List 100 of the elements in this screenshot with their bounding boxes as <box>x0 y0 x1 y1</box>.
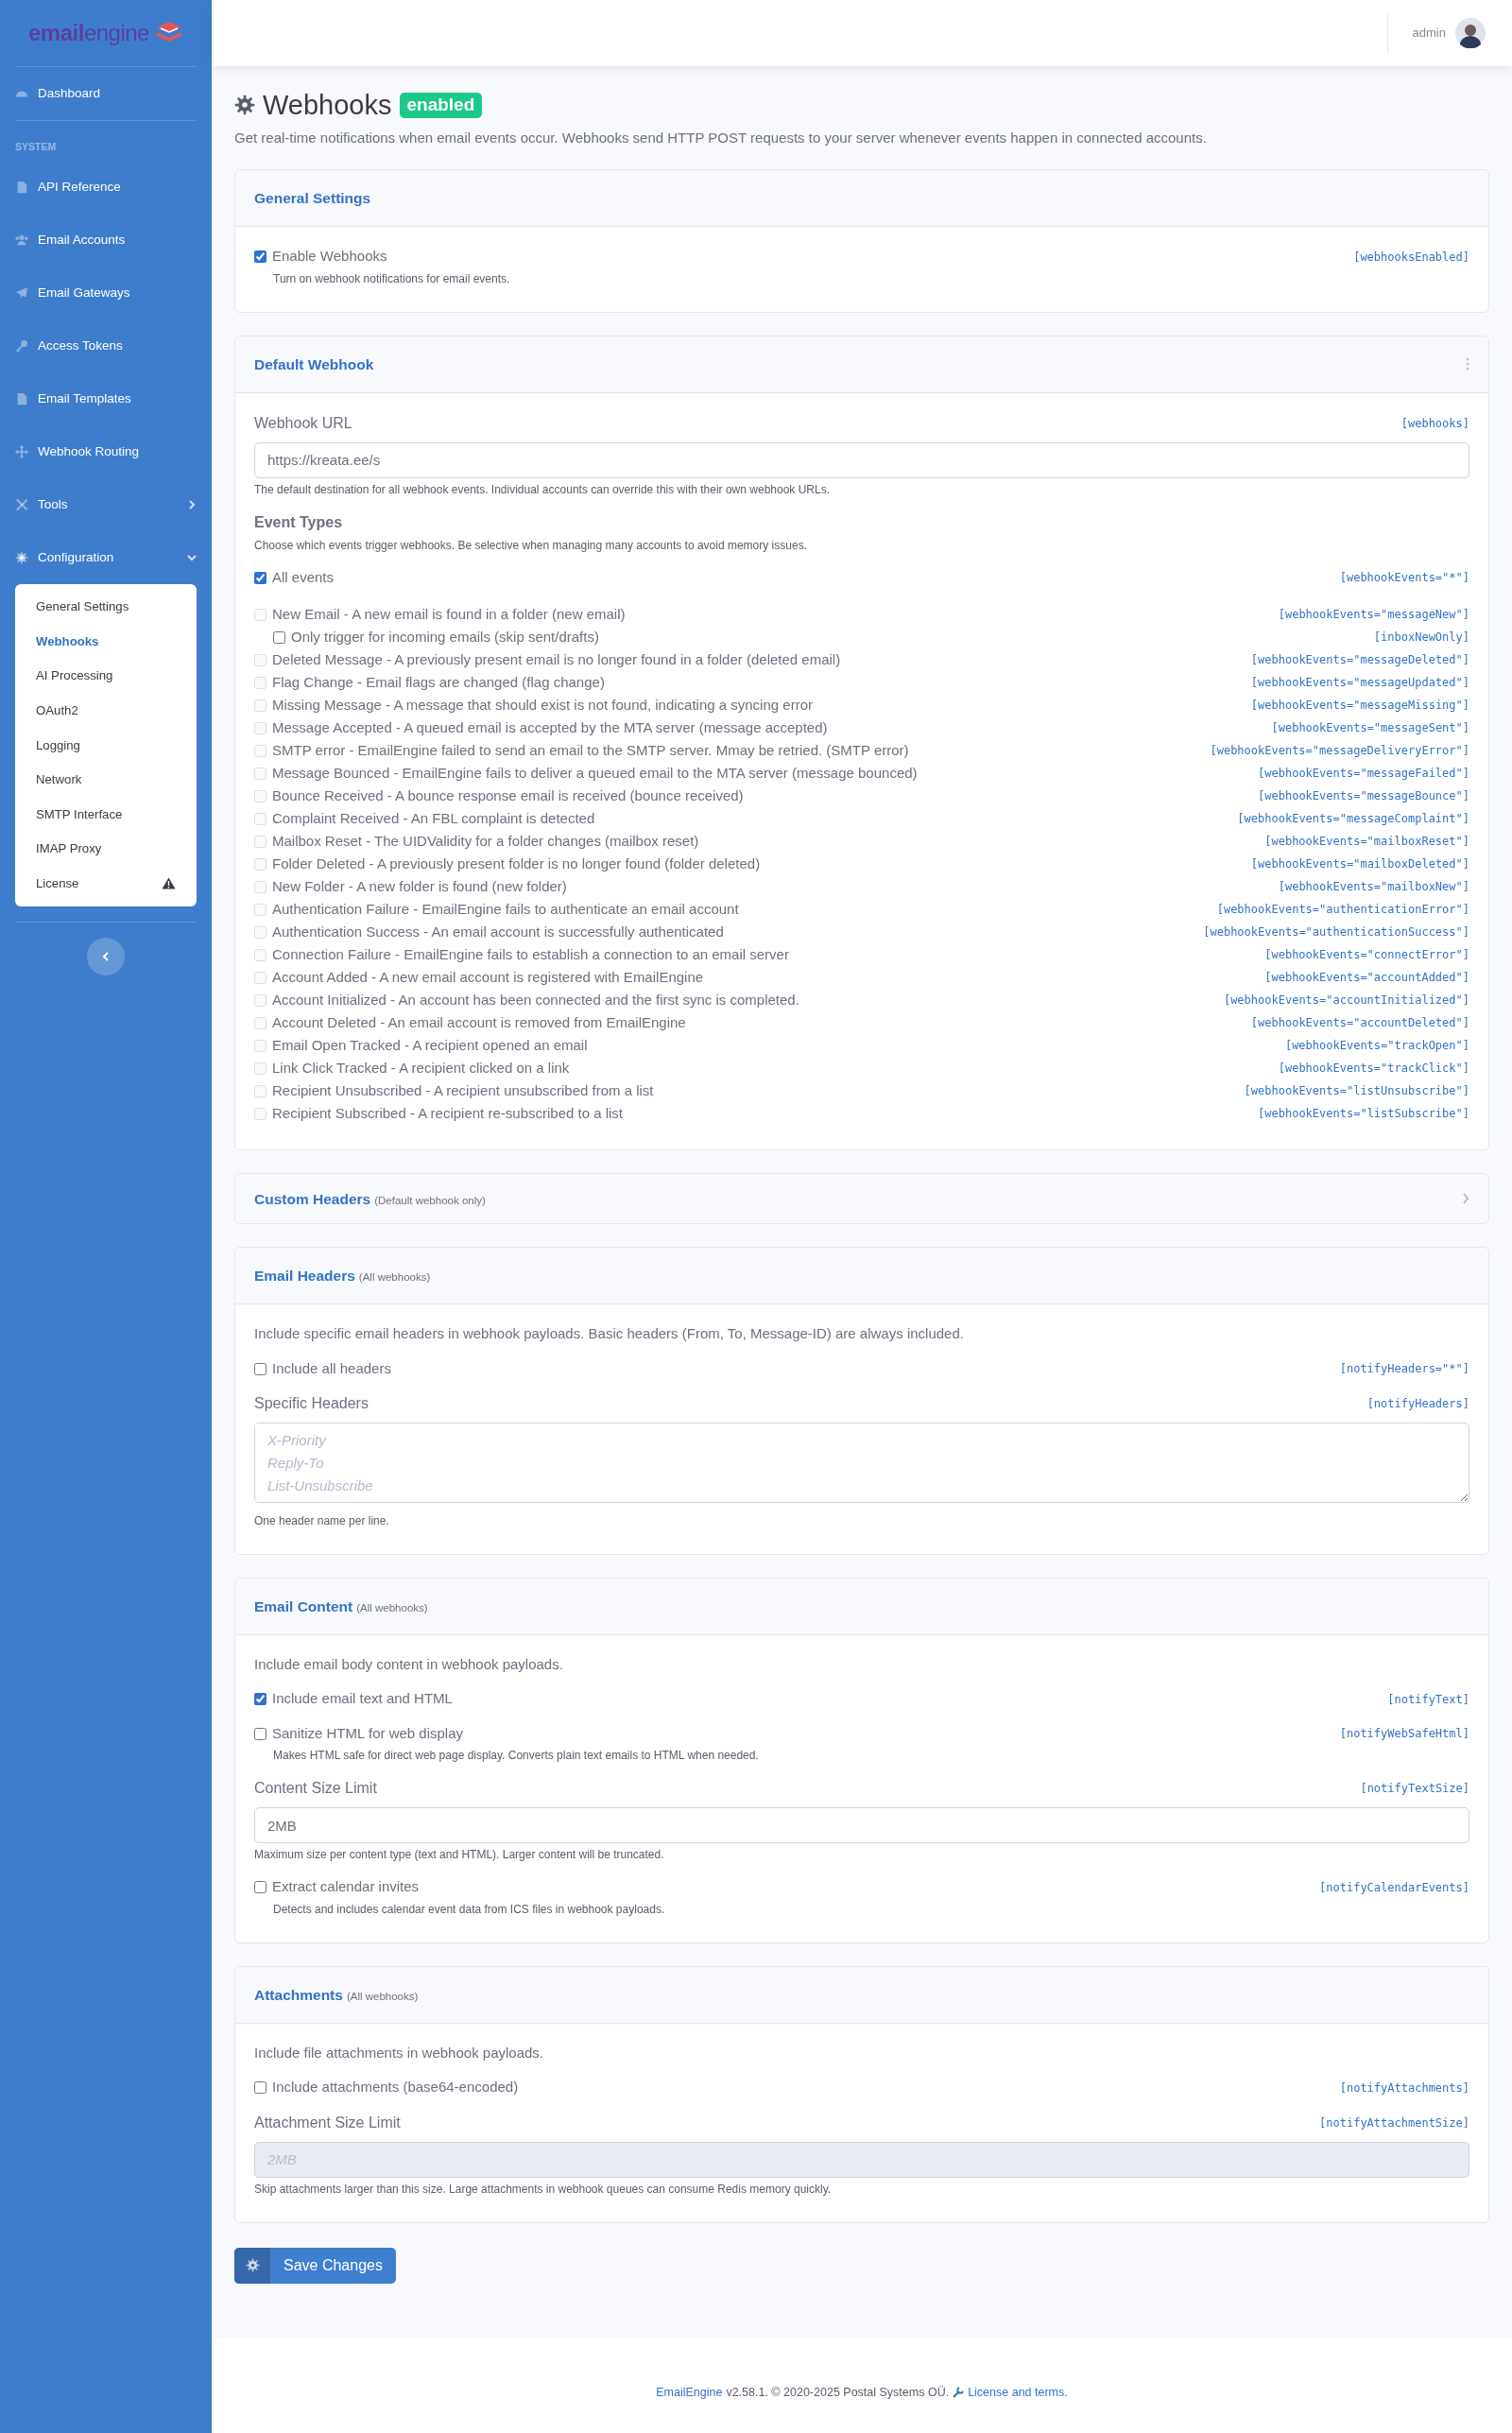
document-icon <box>15 180 28 194</box>
setting-key: [webhookEvents="messageDeleted"] <box>1250 651 1469 669</box>
field-label: Webhook URL <box>254 413 352 433</box>
section-description: Include specific email headers in webhook payloads. Basic headers (From, To, Message-ID) are always included. <box>254 1324 965 1344</box>
sidebar-item[interactable]: Access Tokens <box>15 319 197 372</box>
submenu-item[interactable]: License <box>15 866 197 902</box>
submenu-item[interactable]: SMTP Interface <box>15 797 197 832</box>
product-link[interactable]: EmailEngine <box>656 2383 723 2402</box>
user-name[interactable]: admin <box>1412 24 1446 43</box>
card-title: Attachments <box>254 1986 343 2003</box>
checkbox-label: New Email - A new email is found in a folder (new email) <box>272 605 626 625</box>
setting-key: [notifyAttachmentSize] <box>1319 2114 1469 2131</box>
setting-key: [webhookEvents="mailboxReset"] <box>1264 833 1469 851</box>
setting-key: [notifyHeaders] <box>1366 1395 1469 1413</box>
kebab-menu-icon[interactable] <box>1466 357 1469 371</box>
setting-key: [webhookEvents="messageComplaint"] <box>1237 810 1469 828</box>
license-link[interactable]: License and terms. <box>968 2383 1068 2402</box>
checkbox-label: Account Added - A new email account is registered with EmailEngine <box>272 968 704 988</box>
setting-key: [webhookEvents="trackOpen"] <box>1284 1037 1469 1055</box>
section-label: SYSTEM <box>15 140 58 154</box>
checkbox-label: Mailbox Reset - The UIDValidity for a folder changes (mailbox reset) <box>272 832 699 852</box>
setting-key: [webhookEvents="trackClick"] <box>1278 1060 1469 1078</box>
checkbox-label: Account Deleted - An email account is removed from EmailEngine <box>272 1013 686 1033</box>
checkbox[interactable] <box>254 2081 266 2095</box>
checkbox[interactable] <box>254 1362 266 1375</box>
setting-key: [notifyWebSafeHtml] <box>1339 1725 1469 1743</box>
card-title: Custom Headers <box>254 1190 371 1207</box>
sidebar-item[interactable]: Webhook Routing <box>15 424 197 478</box>
chevron-left-icon <box>102 952 110 962</box>
document-icon <box>15 391 28 406</box>
setting-key: [webhooks] <box>1400 414 1469 432</box>
help-text: Maximum size per content type (text and HTML). Larger content will be truncated. <box>254 1847 665 1864</box>
checkbox-label: Recipient Unsubscribed - A recipient unsubscribed from a list <box>272 1081 654 1101</box>
setting-key: [webhookEvents="mailboxNew"] <box>1278 878 1469 896</box>
setting-key: [notifyText] <box>1387 1690 1469 1708</box>
sidebar-item[interactable]: Email Accounts <box>15 213 197 267</box>
page-description: Get real-time notifications when email events occur. Webhooks send HTTP POST requests to your server whenever events happen in connected accounts. <box>234 128 1208 147</box>
input-field[interactable]: https://kreata.ee/s <box>254 441 1469 478</box>
sidebar-item[interactable]: Dashboard <box>15 67 197 120</box>
gear-icon <box>15 550 28 564</box>
setting-key: [webhooksEnabled] <box>1353 248 1469 266</box>
checkbox[interactable] <box>254 1727 266 1740</box>
card-title: Default Webhook <box>254 355 374 372</box>
setting-key: [webhookEvents="listSubscribe"] <box>1258 1105 1469 1123</box>
checkbox-label: Flag Change - Email flags are changed (flag change) <box>272 673 605 693</box>
card-title: Email Headers <box>254 1268 355 1285</box>
users-icon <box>15 233 28 247</box>
submenu-item[interactable]: Network <box>15 762 197 798</box>
checkbox-label: Link Click Tracked - A recipient clicked on a link <box>272 1059 570 1078</box>
checkbox[interactable] <box>254 250 266 264</box>
sidebar-item[interactable]: Email Templates <box>15 371 197 425</box>
setting-key: [webhookEvents="messageDeliveryError"] <box>1210 742 1469 760</box>
submenu-item[interactable]: Webhooks <box>15 624 197 659</box>
submenu-item[interactable]: AI Processing <box>15 658 197 694</box>
setting-key: [webhookEvents="messageSent"] <box>1271 719 1469 737</box>
setting-key: [webhookEvents="messageFailed"] <box>1258 765 1469 783</box>
wrench-icon <box>953 2387 965 2398</box>
checkbox-label: Email Open Tracked - A recipient opened an email <box>272 1036 588 1056</box>
sidebar-item[interactable]: Configuration <box>15 530 197 584</box>
submenu-item[interactable]: Logging <box>15 728 197 763</box>
text-area[interactable]: X-Priority Reply-To List-Unsubscribe <box>254 1423 1469 1504</box>
checkbox-label: SMTP error - EmailEngine failed to send an email to the SMTP server. Mmay be retried. (SMTP error) <box>272 741 909 761</box>
sidebar-item[interactable]: Tools <box>15 477 197 531</box>
sidebar-item[interactable]: API Reference <box>15 160 197 214</box>
submenu-item[interactable]: General Settings <box>15 589 197 625</box>
avatar-icon[interactable] <box>1455 18 1486 48</box>
submenu-item[interactable]: OAuth2 <box>15 693 197 729</box>
save-button[interactable]: Save Changes <box>234 2247 396 2284</box>
input-field[interactable]: 2MB <box>254 1807 1469 1844</box>
checkbox[interactable] <box>254 1881 266 1894</box>
submenu-item[interactable]: IMAP Proxy <box>15 831 197 867</box>
setting-key: [webhookEvents="accountDeleted"] <box>1250 1014 1469 1032</box>
sidebar-item[interactable]: Email Gateways <box>15 266 197 319</box>
setting-key: [inboxNewOnly] <box>1373 629 1469 647</box>
help-text: Turn on webhook notifications for email events. <box>272 270 511 287</box>
checkbox-label: Complaint Received - An FBL complaint is detected <box>272 809 595 829</box>
setting-key: [webhookEvents="accountAdded"] <box>1264 969 1469 987</box>
checkbox-label: Connection Failure - EmailEngine fails to establish a connection to an email server <box>272 945 789 965</box>
card-title: Email Content <box>254 1597 353 1614</box>
sidebar-toggle-button[interactable] <box>87 938 125 976</box>
checkbox-label: Folder Deleted - A previously present folder is no longer found (folder deleted) <box>272 854 761 874</box>
setting-key: [webhookEvents="messageBounce"] <box>1258 787 1469 805</box>
checkbox-label: Include email text and HTML <box>272 1689 453 1709</box>
checkbox-label: New Folder - A new folder is found (new folder) <box>272 877 567 897</box>
card-subtitle: (All webhooks) <box>346 1990 419 2002</box>
setting-key: [webhookEvents="*"] <box>1339 569 1469 587</box>
checkbox[interactable] <box>254 571 266 584</box>
setting-key: [notifyCalendarEvents] <box>1319 1878 1469 1896</box>
help-text: Makes HTML safe for direct web page display. Converts plain text emails to HTML when needed. <box>272 1748 760 1765</box>
setting-key: [notifyHeaders="*"] <box>1339 1360 1469 1378</box>
help-text: Detects and includes calendar event data from ICS files in webhook payloads. <box>272 1901 666 1918</box>
chevron-icon[interactable] <box>1462 1193 1469 1205</box>
checkbox-label: Authentication Success - An email account is successfully authenticated <box>272 923 724 942</box>
checkbox[interactable] <box>254 1693 266 1706</box>
logo-text: emailengine <box>28 19 149 47</box>
card-subtitle: (All webhooks) <box>358 1271 431 1284</box>
setting-key: [notifyAttachments] <box>1339 2079 1469 2097</box>
help-text: Choose which events trigger webhooks. Be selective when managing many accounts to avoid memory issues. <box>254 537 808 554</box>
checkbox-label: Include all headers <box>272 1358 391 1378</box>
checkbox-label: Message Bounced - EmailEngine fails to deliver a queued email to the MTA server (message bounced) <box>272 764 918 784</box>
